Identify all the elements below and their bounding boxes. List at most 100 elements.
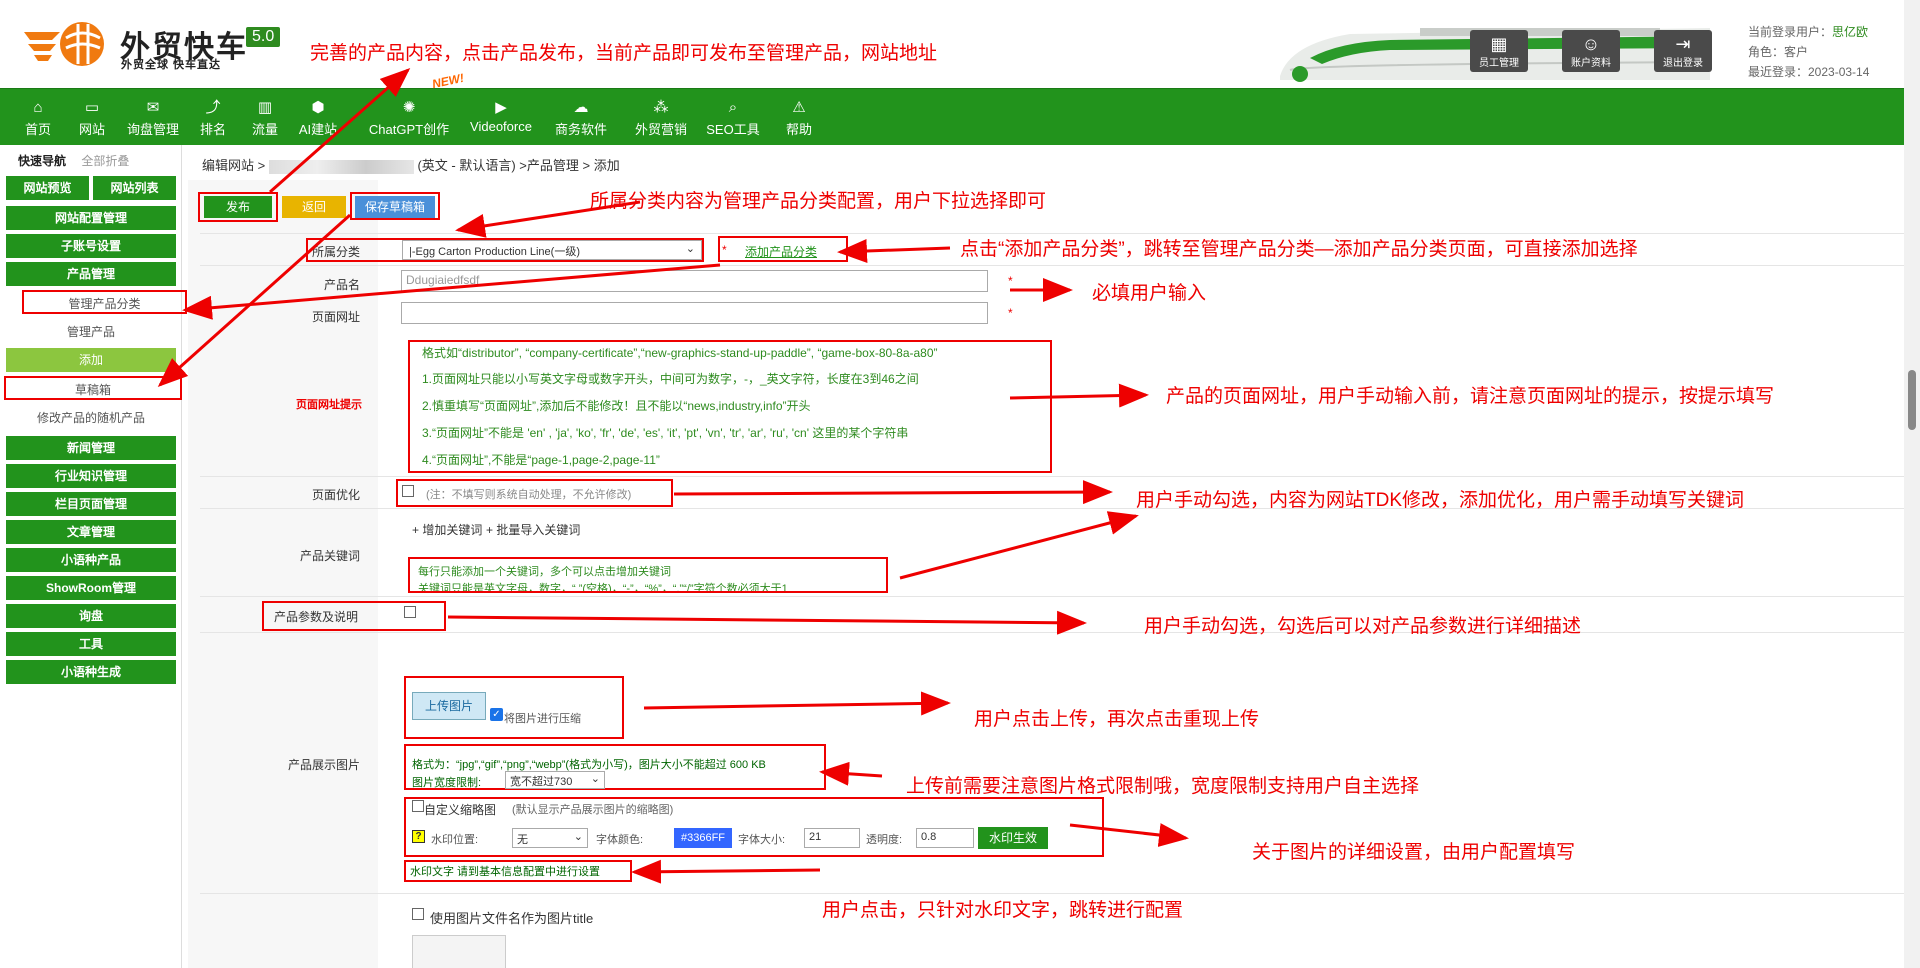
account-icon: ☺: [1581, 34, 1601, 54]
category-label: 所属分类: [312, 245, 361, 259]
nav-item-chart[interactable]: ▥ 流量: [248, 88, 282, 145]
sidebar-group-item[interactable]: 工具: [6, 632, 176, 656]
sidebar-item-product-category[interactable]: 管理产品分类: [22, 290, 187, 314]
filename-title-checkbox[interactable]: [412, 908, 424, 920]
sidebar-group-item[interactable]: 小语种生成: [6, 660, 176, 684]
nav-item-monitor[interactable]: ▭ 网站: [72, 88, 112, 145]
nav-item-search[interactable]: ⌕ SEO工具: [702, 88, 764, 145]
category-select[interactable]: |-Egg Carton Production Line(一级) ⌄: [402, 240, 702, 260]
main-nav: [0, 88, 1904, 145]
sidebar-group-item[interactable]: 栏目页面管理: [6, 492, 176, 516]
opacity-input[interactable]: 0.8: [916, 828, 974, 848]
scrollbar-thumb[interactable]: [1908, 370, 1916, 430]
params-checkbox[interactable]: [404, 606, 416, 618]
logout-button[interactable]: ⇥ 退出登录: [1654, 30, 1712, 72]
sidebar-group-item[interactable]: 文章管理: [6, 520, 176, 544]
annotation-category: 所属分类内容为管理产品分类配置，用户下拉选择即可: [590, 191, 1047, 212]
nav-item-mail[interactable]: ✉ 询盘管理: [122, 88, 184, 145]
upload-image-button[interactable]: 上传图片: [412, 692, 486, 720]
divider: [200, 265, 1904, 266]
sidebar-item-sub-account[interactable]: 子账号设置: [6, 234, 176, 258]
sidebar-item-site-config[interactable]: 网站配置管理: [6, 206, 176, 230]
keyword-tip-0: 每行只能添加一个关键词，多个可以点击增加关键词: [418, 566, 671, 578]
url-tip-2: 2.慎重填写“页面网址”,添加后不能修改！且不能以“news,industry,…: [422, 399, 811, 413]
sidebar-group-item[interactable]: 行业知识管理: [6, 464, 176, 488]
nav-item-label: 首页: [24, 122, 51, 137]
breadcrumb-suffix[interactable]: (英文 - 默认语言) >产品管理 > 添加: [417, 158, 619, 173]
sidebar-item-random-products[interactable]: 修改产品的随机产品: [6, 406, 176, 430]
nav-item-help[interactable]: ⚠ 帮助: [780, 88, 818, 145]
sidebar-item-add[interactable]: 添加: [6, 348, 176, 372]
nav-item-marketing[interactable]: ⁂ 外贸营销: [628, 88, 694, 145]
watermark-apply-button[interactable]: 水印生效: [978, 827, 1048, 849]
nav-item-software[interactable]: ☁ 商务软件: [550, 88, 612, 145]
annotation-upload: 用户点击上传，再次点击重现上传: [974, 709, 1260, 730]
filename-title-label: 使用图片文件名作为图片title: [430, 911, 594, 926]
form-label-column: [188, 180, 378, 968]
publish-button[interactable]: 发布: [204, 196, 272, 218]
sidebar-item-product-management[interactable]: 产品管理: [6, 262, 176, 286]
account-info-label: 账户资料: [1571, 58, 1611, 69]
sidebar-item-drafts[interactable]: 草稿箱: [4, 376, 182, 400]
wm-text-link[interactable]: 水印文字 请到基本信息配置中进行设置: [410, 863, 600, 879]
keywords-label: 产品关键词: [299, 549, 360, 563]
staff-management-button[interactable]: ▦ 员工管理: [1470, 30, 1528, 72]
arrow: [837, 239, 951, 264]
collapse-all-link[interactable]: 全部折叠: [81, 154, 129, 168]
sidebar-group-item[interactable]: 新闻管理: [6, 436, 176, 460]
custom-thumb-checkbox[interactable]: [412, 800, 424, 812]
monitor-icon: ▭: [84, 99, 100, 116]
software-icon: ☁: [573, 99, 589, 116]
wm-pos-label: 水印位置:: [431, 834, 479, 846]
wm-pos-select[interactable]: 无 ⌄: [512, 828, 588, 848]
nav-item-label: 外贸营销: [634, 122, 687, 137]
sidebar-item-manage-products[interactable]: 管理产品: [6, 320, 176, 344]
nav-item-label: 网站: [78, 122, 105, 137]
sidebar-header: 快速导航 全部折叠: [18, 152, 129, 169]
add-category-link[interactable]: 添加产品分类: [745, 243, 817, 260]
nav-item-ai[interactable]: ⬢ AI建站: [296, 88, 340, 145]
font-color-input[interactable]: #3366FF: [674, 828, 732, 848]
logo-version: 5.0: [246, 27, 281, 47]
arrow: [899, 511, 1139, 580]
annotation-add-category: 点击“添加产品分类”，跳转至管理产品分类—添加产品分类页面，可直接添加选择: [960, 239, 1638, 260]
page-url-input[interactable]: [401, 302, 988, 324]
width-value: 宽不超过730: [510, 776, 573, 788]
divider: [200, 893, 1904, 894]
nav-item-rank[interactable]: ⤴ 排名: [198, 88, 228, 145]
annotation-publish: 完善的产品内容，点击产品发布，当前产品即可发布至管理产品，网站地址: [310, 43, 938, 64]
nav-item-chatgpt[interactable]: ✺ ChatGPT创作: [362, 88, 456, 145]
width-select[interactable]: 宽不超过730 ⌄: [505, 771, 605, 789]
sidebar-group-item[interactable]: ShowRoom管理: [6, 576, 176, 600]
required-mark: *: [1008, 306, 1013, 320]
format-tip: 格式为：“jpg”,“gif”,“png”,“webp”(格式为小写)，图片大小…: [412, 759, 766, 771]
nav-item-label: Videoforce: [470, 119, 532, 134]
site-list-button[interactable]: 网站列表: [93, 176, 176, 200]
nav-item-label: SEO工具: [706, 122, 760, 137]
site-preview-button[interactable]: 网站预览: [6, 176, 89, 200]
nav-item-label: 流量: [251, 122, 278, 137]
divider: [200, 476, 1904, 477]
sidebar-group-item[interactable]: 小语种产品: [6, 548, 176, 572]
home-icon: ⌂: [33, 99, 43, 116]
font-size-input[interactable]: 21: [804, 828, 860, 848]
logo-icon: [24, 22, 104, 66]
bulk-import-link[interactable]: + 批量导入关键词: [486, 521, 580, 538]
help-icon: ⚠: [792, 99, 806, 116]
help-icon[interactable]: ?: [412, 830, 425, 843]
seo-checkbox[interactable]: [402, 485, 414, 497]
nav-item-video[interactable]: ▶ Videoforce: [466, 88, 536, 145]
account-info-button[interactable]: ☺ 账户资料: [1562, 30, 1620, 72]
vertical-scrollbar[interactable]: [1904, 0, 1920, 968]
save-draft-button[interactable]: 保存草稿箱: [355, 196, 435, 218]
nav-item-label: 帮助: [785, 122, 812, 137]
add-keyword-link[interactable]: + 增加关键词: [412, 521, 482, 538]
sidebar-group-item[interactable]: 询盘: [6, 604, 176, 628]
back-button[interactable]: 返回: [282, 196, 346, 218]
product-name-input[interactable]: Ddugiaiedfsdf: [401, 270, 988, 292]
compress-checkbox[interactable]: ✓: [490, 708, 503, 721]
params-label: 产品参数及说明: [274, 610, 359, 624]
logout-label: 退出登录: [1663, 58, 1703, 69]
breadcrumb-prefix: 编辑网站 >: [202, 158, 266, 173]
nav-item-home[interactable]: ⌂ 首页: [18, 88, 58, 145]
